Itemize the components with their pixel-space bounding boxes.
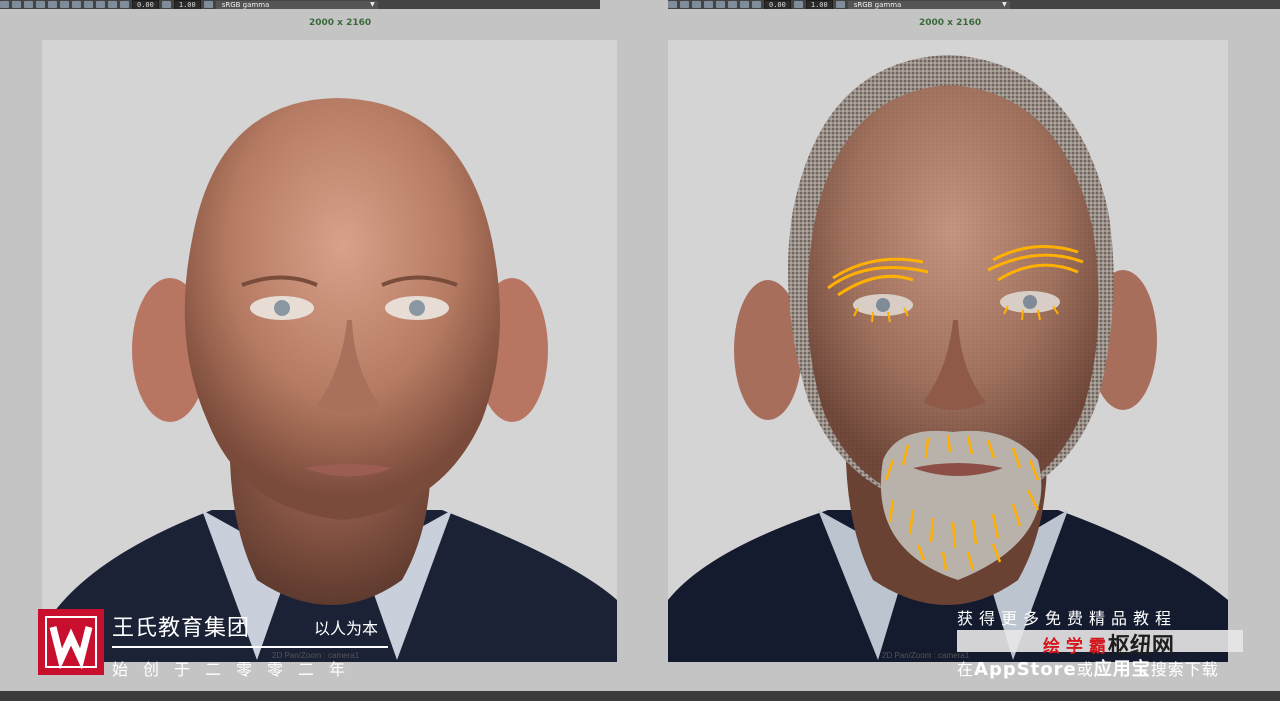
watermark-divider [112,646,388,648]
view-transform-select[interactable]: sRGB gamma ▼ [215,0,378,9]
grid-icon[interactable] [12,1,21,8]
isolate-icon[interactable] [84,1,93,8]
viewer-toolbar-right: 0.00 1.00 sRGB gamma ▼ [668,0,1280,9]
exposure-icon[interactable] [752,1,761,8]
viewer-toolbar-left: 0.00 1.00 sRGB gamma ▼ [0,0,600,9]
color-manage-icon[interactable] [203,1,213,8]
iris [409,300,425,316]
promo-line: 获得更多免费精品教程 [957,609,1178,628]
head [184,98,500,520]
render-hair-guides [668,55,1228,662]
film-gate-icon[interactable] [24,1,33,8]
isolate-icon[interactable] [716,1,725,8]
xray-icon[interactable] [108,1,117,8]
chevron-down-icon: ▼ [370,0,375,8]
iris [876,298,890,312]
camera-icon[interactable] [0,1,9,8]
light-icon[interactable] [680,1,689,8]
iris [274,300,290,316]
appstore-text: AppStore [974,659,1077,680]
viewport-left[interactable]: 2D Pan/Zoom : camera1 [42,40,617,662]
download-prefix: 在 [957,660,975,679]
chevron-down-icon: ▼ [1002,0,1007,8]
checker-icon[interactable] [36,1,45,8]
exposure-field[interactable]: 0.00 [764,0,791,9]
download-line: 在AppStore或应用宝搜索下载 [957,655,1219,681]
texture-icon[interactable] [704,1,713,8]
color-manage-icon[interactable] [835,1,845,8]
status-bar [0,691,1280,701]
shading-icon[interactable] [60,1,69,8]
wireframe-icon[interactable] [728,1,737,8]
badge-red-text: 绘 学 霸 [1043,636,1106,657]
xray-icon[interactable] [740,1,749,8]
resolution-label: 2000 x 2160 [919,18,982,28]
shading-icon[interactable] [692,1,701,8]
gamma-field[interactable]: 1.00 [805,0,833,9]
download-or: 或 [1076,660,1094,679]
download-suffix: 搜索下载 [1150,660,1219,679]
checker-icon[interactable] [668,1,677,8]
wireframe-icon[interactable] [96,1,105,8]
gamma-icon[interactable] [161,1,171,8]
texture-icon[interactable] [72,1,81,8]
watermark-founded: 始创于二零零二年 [112,660,361,679]
resolution-label: 2000 x 2160 [309,18,372,28]
exposure-icon[interactable] [120,1,129,8]
render-bald-head [42,98,617,662]
exposure-field[interactable]: 0.00 [132,0,159,9]
gamma-icon[interactable] [793,1,803,8]
watermark-title: 王氏教育集团 [112,616,251,641]
iris [1023,295,1037,309]
watermark-motto: 以人为本 [314,619,379,638]
gamma-field[interactable]: 1.00 [173,0,201,9]
viewport-right[interactable]: 2D Pan/Zoom : camera1 [668,40,1228,662]
light-icon[interactable] [48,1,57,8]
w-logo-icon [45,616,97,669]
app-store-cn-text: 应用宝 [1093,659,1151,680]
view-transform-select[interactable]: sRGB gamma ▼ [847,0,1010,9]
wang-education-logo [38,609,104,675]
